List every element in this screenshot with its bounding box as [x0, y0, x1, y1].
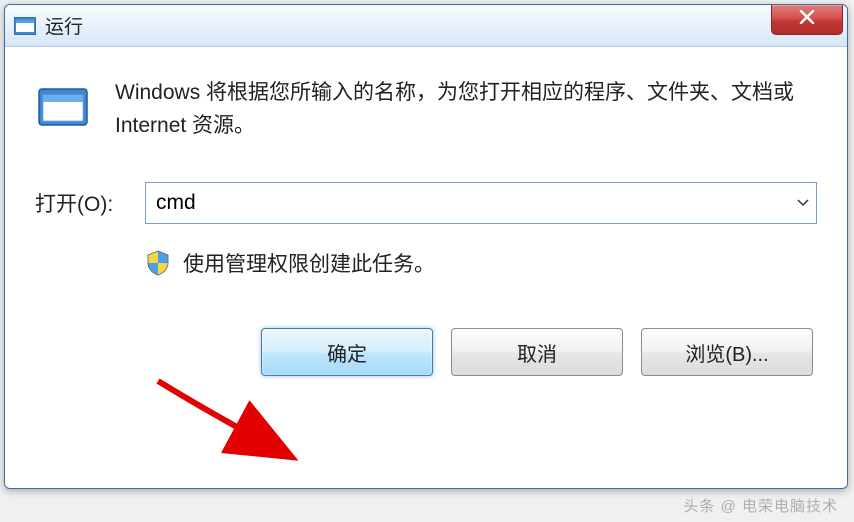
red-arrow-annotation	[150, 373, 330, 478]
close-button[interactable]	[771, 5, 843, 35]
open-input[interactable]	[145, 182, 817, 224]
admin-privilege-text: 使用管理权限创建此任务。	[183, 248, 435, 278]
close-icon	[799, 10, 815, 29]
run-titlebar-icon	[13, 16, 37, 36]
button-row: 确定 取消 浏览(B)...	[35, 328, 817, 376]
browse-button[interactable]: 浏览(B)...	[641, 328, 813, 376]
ok-button[interactable]: 确定	[261, 328, 433, 376]
window-title: 运行	[45, 12, 83, 39]
dialog-description: Windows 将根据您所输入的名称，为您打开相应的程序、文件夹、文档或 Int…	[115, 77, 817, 142]
cancel-button[interactable]: 取消	[451, 328, 623, 376]
titlebar[interactable]: 运行	[5, 5, 847, 47]
run-program-icon	[35, 83, 91, 131]
watermark-text: 头条 @ 电荣电脑技术	[683, 495, 838, 516]
uac-shield-icon	[145, 250, 171, 276]
run-dialog-window: 运行 Windows 将根据您所输入的名称，为您打开相应的程序、文件夹、文档或 …	[4, 4, 848, 489]
open-combobox[interactable]	[145, 182, 817, 224]
open-label: 打开(O):	[35, 188, 131, 218]
dialog-content: Windows 将根据您所输入的名称，为您打开相应的程序、文件夹、文档或 Int…	[5, 47, 847, 488]
